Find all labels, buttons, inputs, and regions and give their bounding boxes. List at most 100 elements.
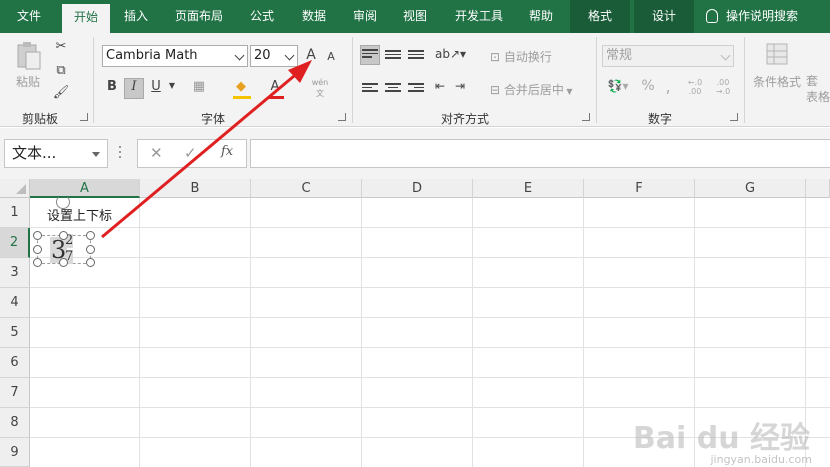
row-header-4[interactable]: 4 xyxy=(0,288,30,318)
middle-align-icon[interactable] xyxy=(385,50,401,62)
column-header-b[interactable]: B xyxy=(140,179,251,198)
conditional-format-icon[interactable] xyxy=(754,41,800,69)
wrap-text-label: 自动换行 xyxy=(503,50,552,64)
ribbon-tab-bar: 文件 开始 插入 页面布局 公式 数据 审阅 视图 开发工具 帮助 格式 设计 … xyxy=(0,0,830,33)
phonetic-guide-button[interactable]: wén 文 xyxy=(308,77,332,99)
column-header-a[interactable]: A xyxy=(30,179,140,198)
chevron-down-icon[interactable]: ▼ xyxy=(168,81,176,90)
column-header-d[interactable]: D xyxy=(362,179,473,198)
font-name-value: Cambria Math xyxy=(106,48,198,63)
number-format-combo[interactable]: 常规 xyxy=(602,45,734,67)
tab-data[interactable]: 数据 xyxy=(290,0,338,33)
font-group-label: 字体 xyxy=(200,112,225,126)
worksheet-grid[interactable]: A B C D E F G 1 2 3 4 5 6 7 8 9 设置上下标 3 … xyxy=(0,179,830,467)
font-launcher[interactable] xyxy=(338,113,346,121)
orientation-icon[interactable]: ab↗▾ xyxy=(435,47,466,61)
formula-input[interactable] xyxy=(250,139,830,168)
align-right-icon[interactable] xyxy=(408,83,424,95)
font-name-combo[interactable]: Cambria Math xyxy=(102,45,248,67)
underline-button[interactable]: U xyxy=(148,79,164,94)
cancel-icon[interactable]: ✕ xyxy=(150,144,163,162)
clipboard-launcher[interactable] xyxy=(80,113,88,121)
currency-icon[interactable]: 💱▾ xyxy=(604,79,632,93)
shrink-font-button[interactable]: A xyxy=(325,50,337,63)
resize-handle[interactable] xyxy=(33,258,42,267)
enter-icon[interactable]: ✓ xyxy=(184,144,197,162)
tab-format[interactable]: 格式 xyxy=(570,0,630,33)
decrease-indent-icon[interactable]: ⇤ xyxy=(432,79,448,93)
tab-review[interactable]: 审阅 xyxy=(342,0,388,33)
border-icon[interactable]: ▦ xyxy=(190,79,208,94)
font-color-bar xyxy=(268,96,284,99)
alignment-launcher[interactable] xyxy=(582,113,590,121)
row-header-8[interactable]: 8 xyxy=(0,408,30,438)
font-size-combo[interactable]: 20 xyxy=(250,45,298,67)
wrap-text-button[interactable]: ⊡ 自动换行 xyxy=(490,48,560,65)
insert-function-icon[interactable]: fx xyxy=(221,144,233,159)
resize-handle[interactable] xyxy=(33,231,42,240)
row-header-6[interactable]: 6 xyxy=(0,348,30,378)
row-header-1[interactable]: 1 xyxy=(0,198,30,228)
increase-indent-icon[interactable]: ⇥ xyxy=(452,79,468,93)
row-header-2[interactable]: 2 xyxy=(0,228,30,258)
align-left-icon[interactable] xyxy=(362,83,378,95)
resize-handle[interactable] xyxy=(86,245,95,254)
comma-button[interactable]: , xyxy=(663,77,673,96)
tab-formulas[interactable]: 公式 xyxy=(238,0,286,33)
select-all-corner[interactable] xyxy=(0,179,30,198)
row-header-5[interactable]: 5 xyxy=(0,318,30,348)
fill-color-icon[interactable]: ◆ xyxy=(232,79,250,94)
tab-developer[interactable]: 开发工具 xyxy=(444,0,514,33)
italic-button[interactable]: I xyxy=(124,78,144,99)
chevron-down-icon: ▼ xyxy=(563,87,573,96)
tab-home[interactable]: 开始 xyxy=(62,4,110,33)
top-align-button[interactable] xyxy=(360,45,380,65)
column-header-g[interactable]: G xyxy=(695,179,806,198)
tab-file[interactable]: 文件 xyxy=(0,0,58,33)
column-header-f[interactable]: F xyxy=(584,179,695,198)
resize-handle[interactable] xyxy=(59,231,68,240)
increase-decimal-button[interactable]: ←.0 .00 xyxy=(684,78,706,96)
gridline xyxy=(30,377,830,378)
font-color-button[interactable]: A xyxy=(268,79,282,94)
format-painter-icon[interactable]: 🖌 xyxy=(52,85,70,100)
row-header-9[interactable]: 9 xyxy=(0,438,30,467)
chevron-down-icon xyxy=(284,50,295,61)
merge-center-icon: ⊟ xyxy=(490,83,504,97)
tab-page-layout[interactable]: 页面布局 xyxy=(164,0,234,33)
align-center-icon[interactable] xyxy=(385,83,401,95)
drag-handle[interactable] xyxy=(119,146,122,160)
tab-insert[interactable]: 插入 xyxy=(112,0,160,33)
alignment-group-label: 对齐方式 xyxy=(440,112,489,126)
lightbulb-icon xyxy=(706,9,718,23)
resize-handle[interactable] xyxy=(86,258,95,267)
row-header-7[interactable]: 7 xyxy=(0,378,30,408)
resize-handle[interactable] xyxy=(86,231,95,240)
tab-design[interactable]: 设计 xyxy=(634,0,694,33)
percent-button[interactable]: % xyxy=(640,78,656,94)
format-as-table-button[interactable]: 套 表格 xyxy=(806,73,830,105)
grow-font-button[interactable]: A xyxy=(304,47,318,63)
column-header-e[interactable]: E xyxy=(473,179,584,198)
conditional-format-button[interactable]: 条件格式 xyxy=(748,73,806,90)
resize-handle[interactable] xyxy=(33,245,42,254)
gridline xyxy=(30,227,830,228)
cell-a1[interactable]: 设置上下标 xyxy=(47,205,112,224)
column-header-h[interactable] xyxy=(806,179,830,198)
tab-help[interactable]: 帮助 xyxy=(518,0,564,33)
merge-center-button[interactable]: ⊟ 合并后居中 ▼ xyxy=(490,81,586,98)
cut-icon[interactable]: ✂ xyxy=(52,39,70,54)
tell-me-search[interactable]: 操作说明搜索 xyxy=(706,0,798,33)
number-launcher[interactable] xyxy=(730,113,738,121)
copy-icon[interactable]: ⧉ xyxy=(52,63,70,78)
name-box[interactable]: 文本... xyxy=(4,139,108,168)
chevron-down-icon xyxy=(234,50,245,61)
bottom-align-icon[interactable] xyxy=(408,50,424,62)
row-header-3[interactable]: 3 xyxy=(0,258,30,288)
column-header-c[interactable]: C xyxy=(251,179,362,198)
watermark-url: jingyan.baidu.com xyxy=(710,453,812,466)
bold-button[interactable]: B xyxy=(104,79,120,99)
decrease-decimal-button[interactable]: .00 →.0 xyxy=(712,78,734,96)
resize-handle[interactable] xyxy=(59,258,68,267)
tab-view[interactable]: 视图 xyxy=(392,0,438,33)
